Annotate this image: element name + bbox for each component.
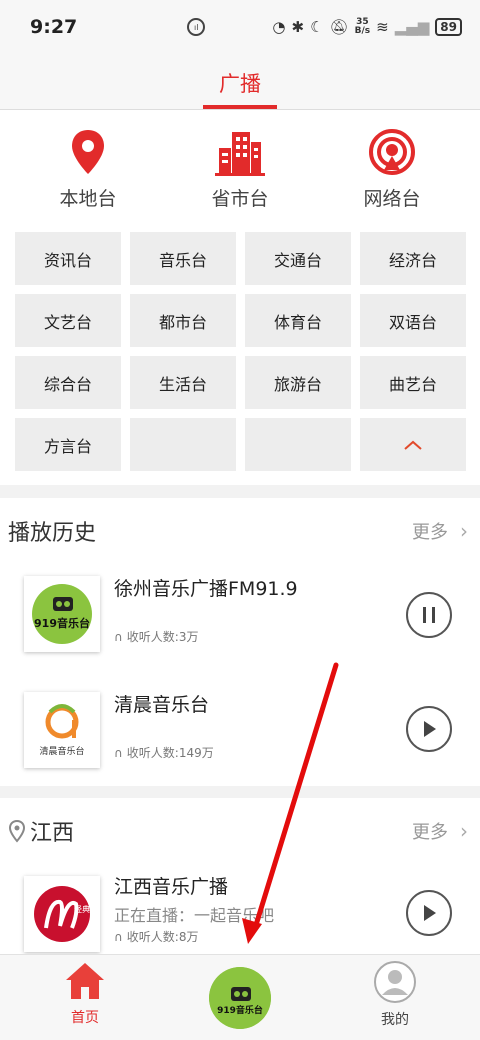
net-speed: 35 B/s [355, 18, 371, 36]
station-listeners: ∩ 收听人数:149万 [114, 744, 214, 761]
battery-indicator: 89 [435, 18, 462, 36]
station-listeners-text: 收听人数:8万 [126, 930, 199, 944]
chip-sports[interactable]: 体育台 [245, 294, 351, 347]
status-icons: ◔ ✱ ☾ 🔕︎ 35 B/s ≋ ▂▄▆ 89 [272, 18, 462, 36]
notification-badge-icon: ıl [187, 18, 206, 36]
history-section: 播放历史 更多 › 919音乐台 徐州音乐广播FM91.9 ∩ 收听人数:3万 [0, 498, 480, 786]
wifi-icon: ≋ [376, 18, 389, 36]
pause-icon [423, 607, 435, 623]
station-name: 清晨音乐台 [114, 694, 210, 716]
bottom-nav: 首页 919音乐台 我的 [0, 954, 480, 1040]
station-listeners-text: 收听人数:3万 [126, 630, 199, 644]
jiangxi-more-button[interactable]: 更多 › [412, 818, 468, 844]
nav-mine[interactable]: 我的 [335, 961, 455, 1029]
nav-home-label: 首页 [71, 1010, 99, 1026]
moon-icon: ☾ [310, 18, 324, 36]
history-item-1[interactable]: 919音乐台 徐州音乐广播FM91.9 ∩ 收听人数:3万 [0, 566, 480, 676]
tab-active-indicator [203, 105, 277, 109]
station-logo: 经典 [24, 876, 100, 952]
station-logo-919-icon: 919音乐台 [209, 967, 271, 1029]
station-logo-text: 919音乐台 [34, 616, 90, 630]
category-province-city[interactable]: 省市台 [170, 128, 310, 211]
chip-music[interactable]: 音乐台 [130, 232, 236, 285]
tab-broadcast-label: 广播 [219, 72, 261, 96]
top-tab-bar: 广播 [0, 54, 480, 110]
nav-home[interactable]: 首页 [25, 961, 145, 1027]
jiangxi-header: 江西 更多 › [0, 798, 480, 864]
station-listeners: ∩ 收听人数:3万 [114, 628, 198, 645]
net-speed-unit: B/s [354, 26, 371, 36]
status-time: 9:27 [30, 16, 78, 38]
chip-empty-2 [245, 418, 351, 471]
station-name: 徐州音乐广播FM91.9 [114, 578, 298, 600]
history-more-label: 更多 [412, 522, 448, 543]
play-button[interactable] [406, 890, 452, 936]
now-playing-text: 正在直播：一起音乐吧 [114, 906, 275, 925]
mute-bell-icon: 🔕︎ [329, 18, 349, 36]
signal-icon: ▂▄▆ [394, 18, 430, 36]
chip-travel[interactable]: 旅游台 [245, 356, 351, 409]
play-button[interactable] [406, 706, 452, 752]
chevron-right-icon: › [460, 819, 468, 843]
station-logo-jiangxi-icon: 经典 [34, 886, 90, 942]
chip-empty-1 [130, 418, 236, 471]
chip-news[interactable]: 资讯台 [15, 232, 121, 285]
bluetooth-icon: ✱ [291, 18, 305, 36]
broadcast-signal-icon [369, 129, 415, 175]
collapse-button[interactable] [360, 418, 466, 471]
station-listeners: ∩ 收听人数:8万 [114, 928, 198, 945]
city-buildings-icon [215, 132, 265, 176]
chip-general[interactable]: 综合台 [15, 356, 121, 409]
history-item-2[interactable]: 清晨音乐台 清晨音乐台 ∩ 收听人数:149万 [0, 682, 480, 792]
chip-bilingual[interactable]: 双语台 [360, 294, 466, 347]
jiangxi-more-label: 更多 [412, 822, 448, 843]
category-local-label: 本地台 [59, 188, 117, 210]
category-province-city-label: 省市台 [211, 188, 269, 210]
location-outline-icon [8, 819, 26, 843]
category-network[interactable]: 网络台 [322, 128, 462, 211]
station-logo-morning-icon: 清晨音乐台 [30, 698, 94, 762]
chip-life[interactable]: 生活台 [130, 356, 236, 409]
station-logo-text: 清晨音乐台 [39, 745, 84, 757]
chevron-right-icon: › [460, 519, 468, 543]
location-pin-icon [72, 130, 104, 174]
history-header: 播放历史 更多 › [0, 498, 480, 564]
now-playing-button[interactable]: 919音乐台 [209, 967, 271, 1029]
station-name: 江西音乐广播 [114, 876, 229, 898]
jiangxi-item-1[interactable]: 经典 江西音乐广播 正在直播：一起音乐吧 ∩ 收听人数:8万 [0, 864, 480, 954]
history-title: 播放历史 [8, 521, 97, 546]
headphones-icon: ∩ [114, 629, 123, 644]
user-avatar-icon [374, 961, 416, 1003]
station-logo: 919音乐台 [24, 576, 100, 652]
pause-button[interactable] [406, 592, 452, 638]
jiangxi-section: 江西 更多 › 经典 江西音乐广播 正在直播：一起音乐吧 ∩ 收听人数:8万 [0, 798, 480, 954]
history-more-button[interactable]: 更多 › [412, 518, 468, 544]
chip-dialect[interactable]: 方言台 [15, 418, 121, 471]
nav-mine-label: 我的 [381, 1012, 409, 1028]
nav-center-logo-text: 919音乐台 [217, 1004, 263, 1016]
status-bar: 9:27 ıl ◔ ✱ ☾ 🔕︎ 35 B/s ≋ ▂▄▆ 89 [0, 0, 480, 54]
station-logo: 清晨音乐台 [24, 692, 100, 768]
headphones-icon: ∩ [114, 929, 123, 944]
tab-broadcast[interactable]: 广播 [203, 54, 277, 109]
chip-traffic[interactable]: 交通台 [245, 232, 351, 285]
category-local[interactable]: 本地台 [18, 128, 158, 211]
station-logo-919-icon: 919音乐台 [32, 584, 92, 644]
category-chip-grid: 资讯台 音乐台 交通台 经济台 文艺台 都市台 体育台 双语台 综合台 生活台 … [15, 232, 466, 471]
chip-opera[interactable]: 曲艺台 [360, 356, 466, 409]
station-logo-text: 经典 [74, 904, 90, 914]
play-icon [424, 721, 436, 737]
chip-economy[interactable]: 经济台 [360, 232, 466, 285]
chip-arts[interactable]: 文艺台 [15, 294, 121, 347]
category-section: 本地台 省市台 网络台 资讯台 音乐台 交通台 经济台 文艺台 都市台 体育台 … [0, 110, 480, 485]
speedometer-icon: ◔ [272, 18, 286, 36]
chip-city[interactable]: 都市台 [130, 294, 236, 347]
station-listeners-text: 收听人数:149万 [126, 746, 214, 760]
category-network-label: 网络台 [363, 188, 421, 210]
home-icon [66, 963, 104, 999]
headphones-icon: ∩ [114, 745, 123, 760]
jiangxi-title: 江西 [30, 821, 75, 846]
play-icon [424, 905, 436, 921]
chevron-up-icon [404, 440, 422, 450]
